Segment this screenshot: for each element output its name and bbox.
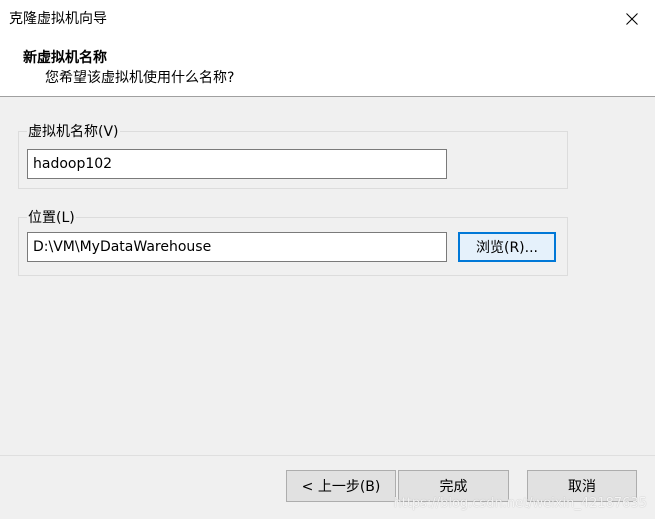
wizard-header: 新虚拟机名称 您希望该虚拟机使用什么名称? xyxy=(0,38,655,97)
clone-vm-wizard-dialog: 克隆虚拟机向导 新虚拟机名称 您希望该虚拟机使用什么名称? 虚拟机名称(V) h… xyxy=(0,0,655,519)
watermark: https://blog.csdn.net/weixin_42187635 xyxy=(393,496,647,511)
close-icon xyxy=(626,13,638,25)
vm-name-label: 虚拟机名称(V) xyxy=(27,122,120,142)
vm-name-input[interactable]: hadoop102 xyxy=(27,149,447,179)
title-bar: 克隆虚拟机向导 xyxy=(0,0,655,38)
page-title: 新虚拟机名称 xyxy=(23,50,107,66)
back-button[interactable]: < 上一步(B) xyxy=(286,470,396,502)
footer-separator xyxy=(0,455,655,456)
location-label: 位置(L) xyxy=(27,208,76,228)
page-subtitle: 您希望该虚拟机使用什么名称? xyxy=(45,70,235,86)
close-button[interactable] xyxy=(609,0,655,38)
window-title: 克隆虚拟机向导 xyxy=(9,11,107,27)
location-input[interactable]: D:\VM\MyDataWarehouse xyxy=(27,232,447,262)
browse-button[interactable]: 浏览(R)... xyxy=(458,232,556,262)
